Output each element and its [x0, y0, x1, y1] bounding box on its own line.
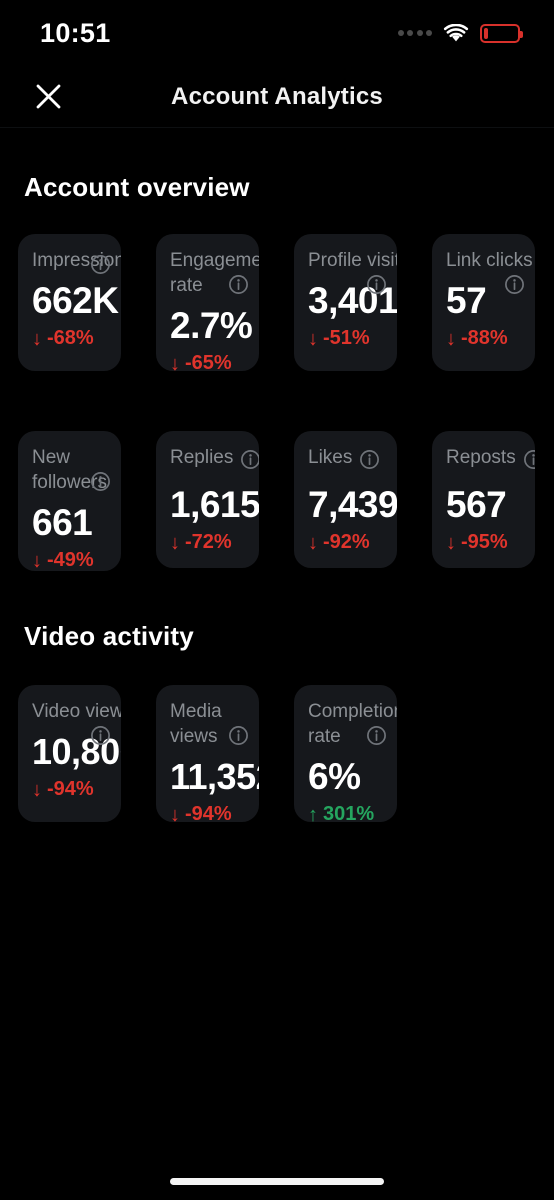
arrow-down-icon: ↓	[446, 531, 456, 554]
wifi-icon	[443, 23, 469, 43]
metric-delta: ↓ -94%	[170, 803, 259, 822]
metric-card[interactable]: Completion rate 6% ↑ 301%	[294, 685, 397, 822]
metric-delta-value: -51%	[323, 327, 370, 349]
metric-delta-value: -49%	[47, 549, 94, 571]
metric-delta: ↓ -92%	[308, 531, 397, 554]
metric-delta-value: -94%	[185, 803, 232, 822]
section-title-video-activity: Video activity	[24, 621, 194, 651]
metric-label-wrap: Link clicks	[446, 248, 535, 294]
close-button[interactable]	[28, 77, 68, 117]
metric-delta: ↓ -88%	[446, 327, 535, 350]
info-icon[interactable]	[366, 274, 387, 302]
metric-value: 2.7%	[170, 305, 253, 346]
battery-low-icon	[480, 23, 523, 43]
info-icon[interactable]	[359, 449, 380, 477]
analytics-screen: 10:51 Account Analytics Account overview…	[0, 0, 554, 1200]
metric-value: 567	[446, 484, 507, 525]
arrow-down-icon: ↓	[32, 327, 42, 350]
metric-card[interactable]: Link clicks 57 ↓ -88%	[432, 234, 535, 371]
metric-delta-value: 301%	[323, 803, 375, 822]
arrow-down-icon: ↓	[170, 803, 180, 823]
info-icon[interactable]	[228, 274, 249, 302]
navigation-bar: Account Analytics	[0, 66, 554, 128]
arrow-down-icon: ↓	[308, 531, 318, 554]
metric-label: Reposts	[446, 447, 516, 468]
info-icon[interactable]	[504, 274, 525, 302]
metric-delta: ↓ -49%	[32, 549, 121, 571]
arrow-up-icon: ↑	[308, 803, 318, 823]
metric-label-wrap: Engagement rate	[170, 248, 259, 298]
metric-label-wrap: Reposts	[446, 445, 535, 477]
metric-card[interactable]: Replies 1,615 ↓ -72%	[156, 431, 259, 568]
metric-label-wrap: Completion rate	[308, 699, 397, 749]
arrow-down-icon: ↓	[32, 549, 42, 571]
metric-value: 6%	[308, 756, 361, 797]
signal-dots-icon	[397, 30, 432, 36]
status-bar: 10:51	[0, 0, 554, 66]
metric-card[interactable]: Likes 7,439 ↓ -92%	[294, 431, 397, 568]
metric-card[interactable]: Media views 11,352 ↓ -94%	[156, 685, 259, 822]
info-icon[interactable]	[90, 254, 111, 282]
status-bar-clock: 10:51	[40, 17, 111, 48]
info-icon[interactable]	[90, 725, 111, 753]
home-indicator	[170, 1178, 384, 1185]
metric-value: 7,439	[308, 484, 397, 525]
metric-label-wrap: New followers	[32, 445, 121, 495]
arrow-down-icon: ↓	[32, 778, 42, 801]
metric-value: 661	[32, 502, 93, 543]
metric-delta-value: -65%	[185, 352, 232, 371]
metric-label: Replies	[170, 447, 234, 468]
metric-label-wrap: Video views	[32, 699, 121, 745]
metric-label: Profile visits	[308, 250, 397, 271]
info-icon[interactable]	[90, 471, 111, 499]
metric-delta-value: -95%	[461, 531, 508, 553]
metric-delta-value: -94%	[47, 778, 94, 800]
info-icon[interactable]	[366, 725, 387, 753]
page-title: Account Analytics	[171, 82, 383, 110]
metric-label-wrap: Replies	[170, 445, 259, 477]
metric-delta-value: -72%	[185, 531, 232, 553]
metric-delta-value: -88%	[461, 327, 508, 349]
metric-row: New followers 661 ↓ -49% Replies 1,615 ↓ -72% Li…	[0, 431, 554, 571]
metric-label-wrap: Media views	[170, 699, 259, 749]
metric-label-wrap: Impressions	[32, 248, 121, 274]
metric-card[interactable]: Reposts 567 ↓ -95%	[432, 431, 535, 568]
metric-label: Likes	[308, 447, 353, 468]
metric-card[interactable]: Video views10,806↓-94%	[18, 685, 121, 822]
metric-value: 11,352	[170, 756, 259, 797]
metric-value: 1,615	[170, 484, 259, 525]
metric-card[interactable]: Profile visits3,401↓-51%	[294, 234, 397, 371]
metric-row: Impressions662K↓-68%Engagement rate2.7%↓…	[0, 234, 554, 371]
metric-label: Media views	[170, 701, 222, 747]
status-bar-indicators	[397, 23, 523, 43]
arrow-down-icon: ↓	[170, 352, 180, 372]
info-icon[interactable]	[523, 449, 535, 477]
metric-row: Video views10,806↓-94% Media views 11,352 ↓…	[0, 685, 554, 822]
metric-label: Video views	[32, 701, 121, 722]
metric-delta: ↓ -65%	[170, 352, 259, 371]
metric-card[interactable]: Impressions 662K ↓-68%	[18, 234, 121, 371]
metric-delta: ↓ -68%	[32, 327, 121, 350]
close-icon	[36, 84, 60, 109]
metric-label-wrap: Likes	[308, 445, 397, 477]
arrow-down-icon: ↓	[170, 531, 180, 554]
metric-delta-value: -68%	[47, 327, 94, 349]
metric-delta-value: -92%	[323, 531, 370, 553]
metric-card[interactable]: Engagement rate 2.7% ↓ -65%	[156, 234, 259, 371]
metric-delta: ↓ -72%	[170, 531, 259, 554]
metric-value: 662K	[32, 280, 119, 321]
metric-delta: ↑ 301%	[308, 803, 397, 822]
metric-label: Link clicks	[446, 250, 533, 271]
metric-delta: ↓ -94%	[32, 778, 121, 801]
info-icon[interactable]	[240, 449, 259, 477]
section-title-account-overview: Account overview	[24, 172, 250, 202]
info-icon[interactable]	[228, 725, 249, 753]
metric-label-wrap: Profile visits	[308, 248, 397, 294]
arrow-down-icon: ↓	[308, 327, 318, 350]
metric-delta: ↓ -95%	[446, 531, 535, 554]
metric-card[interactable]: New followers 661 ↓ -49%	[18, 431, 121, 571]
arrow-down-icon: ↓	[446, 327, 456, 350]
metric-delta: ↓ -51%	[308, 327, 397, 350]
